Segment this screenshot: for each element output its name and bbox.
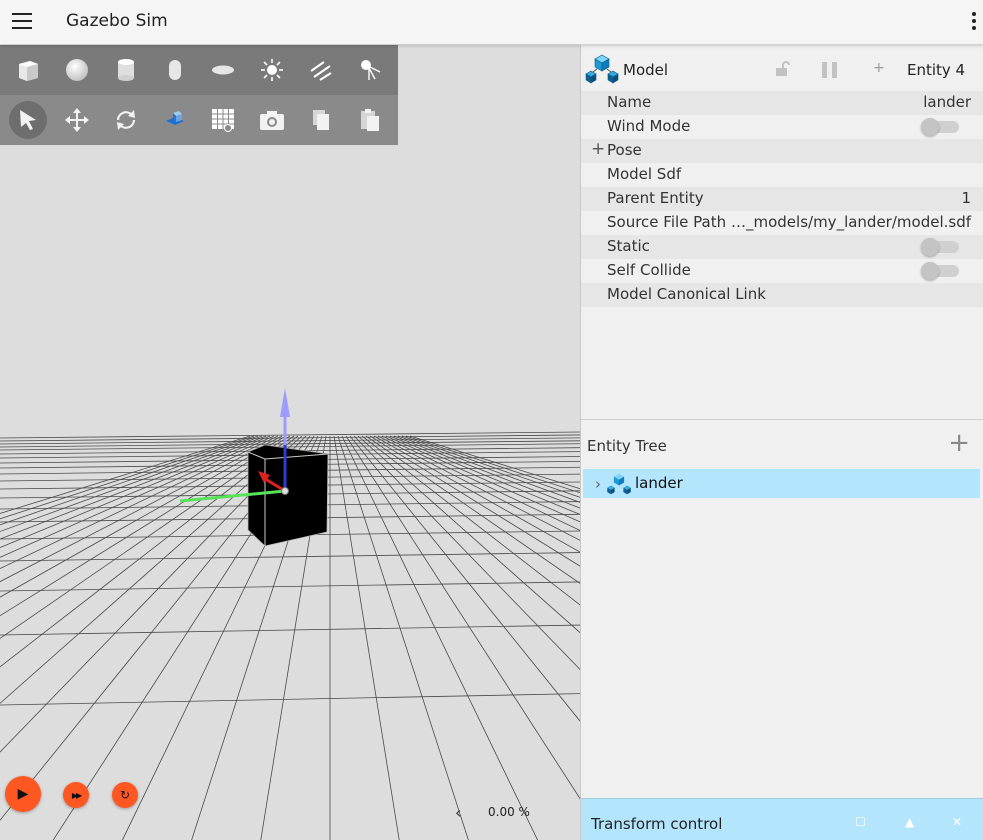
spot-light-icon[interactable]	[351, 51, 389, 89]
model-sdf-row: Model Sdf	[581, 163, 983, 187]
view-angle-icon[interactable]	[156, 101, 194, 139]
static-row: Static	[581, 235, 983, 259]
name-label: Name	[607, 93, 652, 111]
parent-entity-row: Parent Entity 1	[581, 187, 983, 211]
source-file-value: …_models/my_lander/model.sdf	[731, 213, 971, 231]
point-light-icon[interactable]	[253, 51, 291, 89]
sphere-shape-icon[interactable]	[58, 51, 96, 89]
tree-item-label: lander	[635, 474, 683, 492]
lock-icon[interactable]	[774, 61, 790, 81]
wind-mode-row: Wind Mode	[581, 115, 983, 139]
cylinder-shape-icon[interactable]	[107, 51, 145, 89]
source-file-row: Source File Path …_models/my_lander/mode…	[581, 211, 983, 235]
real-time-factor: 0.00 %	[488, 805, 530, 819]
rotate-icon[interactable]	[107, 101, 145, 139]
wind-mode-toggle[interactable]	[921, 118, 959, 136]
tools-toolbar	[0, 95, 398, 145]
tree-item-lander[interactable]: › lander	[583, 469, 980, 498]
3d-scene-viewport[interactable]	[0, 45, 580, 840]
screenshot-camera-icon[interactable]	[253, 101, 291, 139]
copy-icon[interactable]	[302, 101, 340, 139]
entity-tree-title: Entity Tree	[587, 437, 667, 455]
hamburger-menu-icon[interactable]	[12, 13, 32, 29]
model-sdf-label: Model Sdf	[607, 165, 682, 183]
grid-snap-icon[interactable]	[204, 101, 242, 139]
self-collide-toggle[interactable]	[921, 262, 959, 280]
canonical-link-label: Model Canonical Link	[607, 285, 766, 303]
paste-icon[interactable]	[351, 101, 389, 139]
right-side-panel: Model + Entity 4 Name lander Wind Mode +…	[580, 45, 983, 840]
pause-icon[interactable]	[821, 62, 839, 82]
kebab-menu-icon[interactable]	[971, 12, 977, 32]
ellipsoid-shape-icon[interactable]	[204, 51, 242, 89]
shapes-toolbar	[0, 45, 398, 95]
reset-icon: ↻	[119, 788, 131, 802]
wind-mode-label: Wind Mode	[607, 117, 691, 135]
chevron-right-icon[interactable]: ›	[595, 475, 601, 493]
app-title: Gazebo Sim	[66, 11, 168, 31]
entity-id-label: Entity 4	[907, 61, 966, 79]
translate-icon[interactable]	[58, 101, 96, 139]
parent-entity-value: 1	[961, 189, 971, 207]
name-row: Name lander	[581, 91, 983, 115]
play-button[interactable]: ▶	[5, 776, 41, 812]
static-toggle[interactable]	[921, 238, 959, 256]
step-button[interactable]: ▶▶	[63, 782, 89, 808]
add-component-icon[interactable]: +	[873, 60, 885, 76]
model-cubes-icon	[585, 54, 619, 88]
component-inspector-header: Model + Entity 4	[581, 45, 983, 93]
transform-control-title: Transform control	[591, 815, 723, 833]
chevron-left-icon[interactable]: ‹	[455, 803, 461, 822]
self-collide-label: Self Collide	[607, 261, 691, 279]
parent-entity-label: Parent Entity	[607, 189, 704, 207]
pose-label: Pose	[607, 141, 642, 159]
pose-row[interactable]: + Pose	[581, 139, 983, 163]
inspector-entity-type: Model	[623, 61, 669, 79]
box-shape-icon[interactable]	[9, 51, 47, 89]
static-label: Static	[607, 237, 650, 255]
canonical-link-row: Model Canonical Link	[581, 283, 983, 307]
play-icon: ▶	[17, 786, 29, 802]
expand-plus-icon[interactable]: +	[591, 139, 605, 159]
restore-window-icon[interactable]: ☐	[855, 815, 866, 829]
transform-control-bar[interactable]: Transform control ☐ ▲ ✕	[581, 798, 983, 840]
collapse-up-icon[interactable]: ▲	[905, 815, 914, 829]
fast-forward-icon: ▶▶	[71, 790, 82, 800]
close-icon[interactable]: ✕	[952, 815, 962, 829]
capsule-shape-icon[interactable]	[156, 51, 194, 89]
source-file-label: Source File Path	[607, 213, 727, 231]
directional-light-icon[interactable]	[302, 51, 340, 89]
self-collide-row: Self Collide	[581, 259, 983, 283]
add-entity-button[interactable]: +	[948, 428, 970, 458]
name-value: lander	[923, 93, 971, 111]
top-app-bar: Gazebo Sim	[0, 0, 983, 45]
select-arrow-icon[interactable]	[9, 101, 48, 139]
reset-button[interactable]: ↻	[112, 782, 138, 808]
lander-box-model[interactable]	[247, 444, 329, 547]
model-cubes-icon	[606, 473, 632, 499]
entity-tree-header: Entity Tree +	[581, 420, 983, 468]
